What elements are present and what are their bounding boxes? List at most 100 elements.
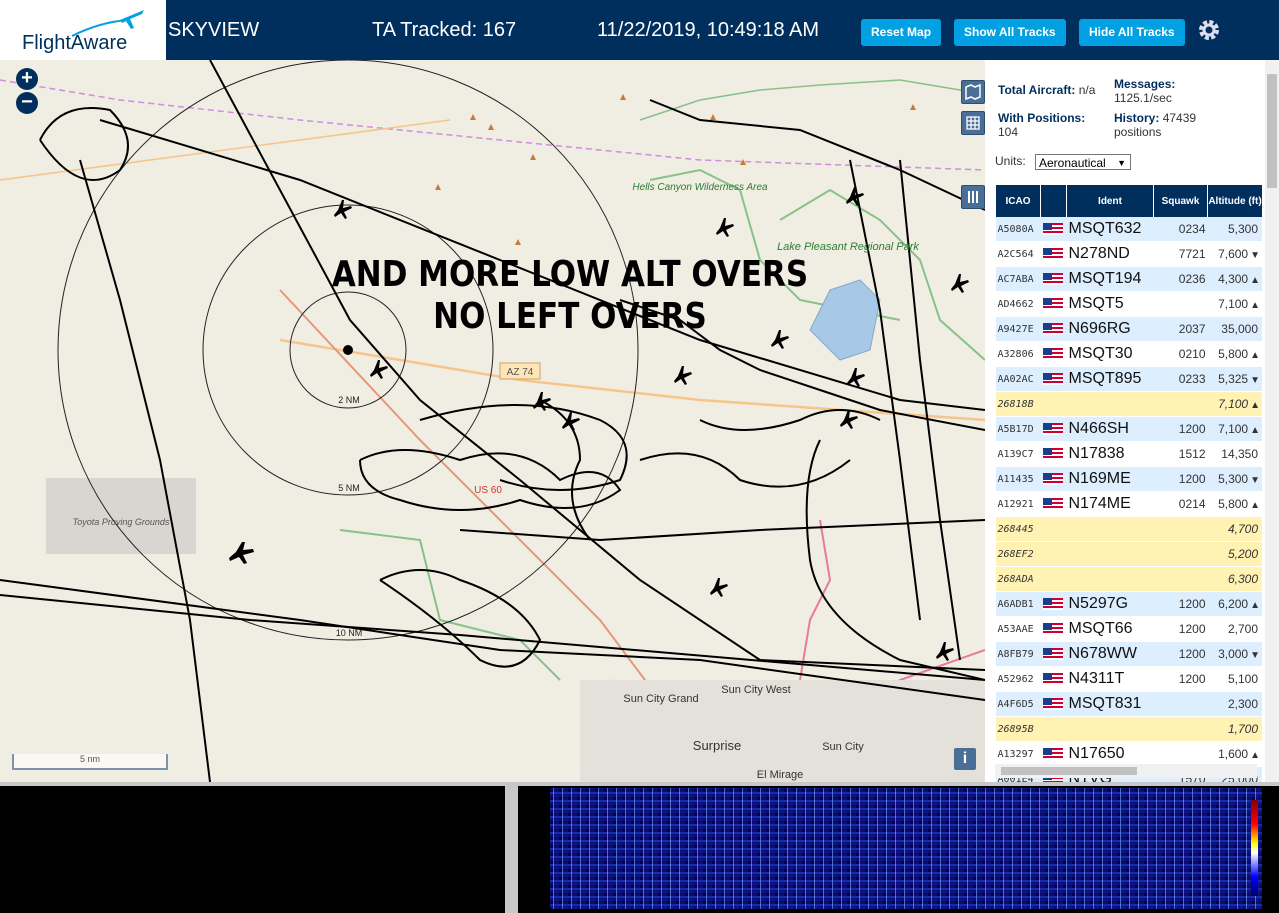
row-squawk (1153, 391, 1208, 417)
us-flag-icon (1042, 272, 1063, 285)
row-flag (1040, 616, 1067, 642)
row-altitude: 7,100 ▲ (1207, 416, 1262, 442)
altitude-trend-icon: ▲ (1250, 425, 1260, 436)
row-altitude: 35,000 (1207, 316, 1262, 342)
col-squawk[interactable]: Squawk (1153, 185, 1208, 217)
us-flag-icon (1042, 297, 1063, 310)
units-value: Aeronautical (1039, 156, 1106, 170)
lake-pleasant-label: Lake Pleasant Regional Park (777, 241, 919, 253)
aircraft-row[interactable]: A12921 N174ME 0214 5,800 ▲ (995, 491, 1262, 517)
flightaware-logo[interactable]: FlightAware (0, 0, 166, 60)
aircraft-table-header: ICAO Ident Squawk Altitude (ft) (995, 185, 1262, 217)
row-altitude-value: 6,300 (1227, 572, 1258, 586)
row-ident (1066, 516, 1154, 542)
row-altitude: 2,300 (1207, 691, 1262, 717)
row-icao: A2C564 (995, 241, 1041, 267)
aircraft-row[interactable]: A5080A MSQT632 0234 5,300 (995, 217, 1262, 242)
vertical-scroll-thumb[interactable] (1267, 74, 1277, 188)
row-flag (1040, 316, 1067, 342)
altitude-trend-icon: ▲ (1250, 500, 1260, 511)
aircraft-row[interactable]: A8FB79 N678WW 1200 3,000 ▼ (995, 641, 1262, 667)
map-view[interactable]: AZ 74 US 60 2 NM 5 NM 10 NM Hells Canyon… (0, 60, 985, 782)
row-altitude-value: 7,600 (1218, 247, 1249, 261)
row-altitude-value: 35,000 (1221, 322, 1258, 336)
aircraft-row[interactable]: AC7ABA MSQT194 0236 4,300 ▲ (995, 266, 1262, 292)
aircraft-row[interactable]: A9427E N696RG 2037 35,000 (995, 316, 1262, 342)
aircraft-row[interactable]: 26895B 1,700 (995, 716, 1262, 742)
row-altitude-value: 2,700 (1227, 622, 1258, 636)
row-squawk: 1200 (1153, 466, 1208, 492)
aircraft-row[interactable]: A13297 N17650 1,600 ▲ (995, 741, 1262, 767)
aircraft-row[interactable]: A6ADB1 N5297G 1200 6,200 ▲ (995, 591, 1262, 617)
hells-canyon-label: Hells Canyon Wilderness Area (632, 182, 768, 193)
row-ident: MSQT30 (1066, 341, 1154, 367)
row-flag (1040, 291, 1067, 317)
row-ident: N696RG (1066, 316, 1154, 342)
row-altitude-value: 3,000 (1218, 647, 1249, 661)
panel-vertical-scrollbar[interactable] (1265, 60, 1279, 782)
reset-map-button[interactable]: Reset Map (861, 19, 942, 46)
aircraft-row[interactable]: 268445 4,700 (995, 516, 1262, 542)
altitude-trend-icon: ▲ (1250, 350, 1260, 361)
row-altitude: 1,600 ▲ (1207, 741, 1262, 767)
row-ident (1066, 391, 1154, 417)
zoom-in-button[interactable]: + (16, 68, 38, 90)
aircraft-row[interactable]: A5B17D N466SH 1200 7,100 ▲ (995, 416, 1262, 442)
aircraft-row[interactable]: 268ADA 6,300 (995, 566, 1262, 592)
waterfall-display (550, 788, 1262, 909)
units-select[interactable]: Aeronautical ▼ (1035, 154, 1131, 170)
aircraft-row[interactable]: A11435 N169ME 1200 5,300 ▼ (995, 466, 1262, 492)
row-squawk: 1200 (1153, 416, 1208, 442)
grid-icon[interactable] (961, 111, 985, 135)
zoom-out-button[interactable]: − (16, 92, 38, 114)
row-flag (1040, 466, 1067, 492)
aircraft-table-body: A5080A MSQT632 0234 5,300 A2C564 N278ND 7721 7,… (995, 217, 1262, 782)
col-flag[interactable] (1040, 185, 1067, 217)
row-ident: MSQT831 (1066, 691, 1154, 717)
aircraft-row[interactable]: A32806 MSQT30 0210 5,800 ▲ (995, 341, 1262, 367)
row-flag (1040, 591, 1067, 617)
row-altitude: 14,350 (1207, 441, 1262, 467)
altitude-trend-icon: ▲ (1250, 300, 1260, 311)
aircraft-row[interactable]: A139C7 N17838 1512 14,350 (995, 441, 1262, 467)
row-flag (1040, 666, 1067, 692)
aircraft-row[interactable]: A53AAE MSQT66 1200 2,700 (995, 616, 1262, 642)
row-squawk: 1200 (1153, 616, 1208, 642)
aircraft-row[interactable]: A2C564 N278ND 7721 7,600 ▼ (995, 241, 1262, 267)
gear-icon[interactable] (1196, 17, 1222, 43)
altitude-trend-icon: ▼ (1250, 475, 1260, 486)
show-all-tracks-button[interactable]: Show All Tracks (954, 19, 1066, 46)
aircraft-row[interactable]: A4F6D5 MSQT831 2,300 (995, 691, 1262, 717)
row-icao: A52962 (995, 666, 1041, 692)
map-layers-icon[interactable] (961, 80, 985, 104)
us60-label: US 60 (474, 485, 502, 496)
aircraft-row[interactable]: A52962 N4311T 1200 5,100 (995, 666, 1262, 692)
hide-all-tracks-button[interactable]: Hide All Tracks (1079, 19, 1185, 46)
col-icao[interactable]: ICAO (995, 185, 1041, 217)
row-icao: AD4662 (995, 291, 1041, 317)
aircraft-row[interactable]: 268EF2 5,200 (995, 541, 1262, 567)
panel-horizontal-scrollbar[interactable] (995, 764, 1257, 778)
row-altitude-value: 5,800 (1218, 497, 1249, 511)
row-squawk: 1512 (1153, 441, 1208, 467)
us-flag-icon (1042, 472, 1063, 485)
row-icao: A139C7 (995, 441, 1041, 467)
info-button[interactable]: i (954, 748, 976, 770)
row-altitude: 4,300 ▲ (1207, 266, 1262, 292)
row-flag (1040, 516, 1067, 542)
col-ident[interactable]: Ident (1066, 185, 1154, 217)
row-altitude: 7,600 ▼ (1207, 241, 1262, 267)
columns-icon[interactable] (961, 185, 985, 209)
us-flag-icon (1042, 497, 1063, 510)
row-icao: A9427E (995, 316, 1041, 342)
row-altitude-value: 4,300 (1218, 272, 1249, 286)
col-altitude[interactable]: Altitude (ft) (1207, 185, 1262, 217)
row-squawk: 1200 (1153, 591, 1208, 617)
overlay-line-2: NO LEFT OVERS (433, 296, 707, 337)
aircraft-row[interactable]: 26818B 7,100 ▲ (995, 391, 1262, 417)
aircraft-row[interactable]: AA02AC MSQT895 0233 5,325 ▼ (995, 366, 1262, 392)
horizontal-scroll-thumb[interactable] (1001, 767, 1137, 775)
row-icao: A8FB79 (995, 641, 1041, 667)
aircraft-row[interactable]: AD4662 MSQT5 7,100 ▲ (995, 291, 1262, 317)
sun-city-grand-label: Sun City Grand (623, 693, 698, 705)
